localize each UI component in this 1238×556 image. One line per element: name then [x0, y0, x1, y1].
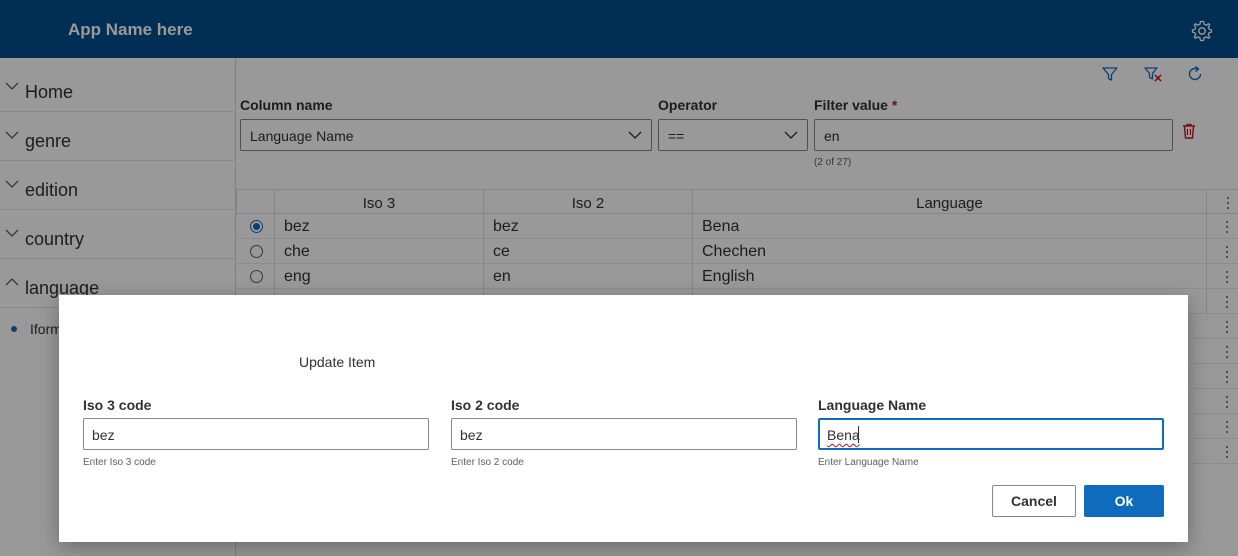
iso2-code-input[interactable]: bez [451, 418, 797, 450]
language-name-label: Language Name [818, 397, 927, 413]
iso3-code-input[interactable]: bez [83, 418, 429, 450]
iso3-code-label: Iso 3 code [83, 397, 152, 413]
iso3-code-hint: Enter Iso 3 code [83, 457, 156, 468]
cancel-button[interactable]: Cancel [992, 485, 1076, 517]
language-name-value: Bena [827, 427, 860, 443]
update-item-dialog: Update Item Iso 3 code bez Enter Iso 3 c… [59, 295, 1188, 542]
text-caret [858, 426, 859, 443]
dialog-title: Update Item [299, 354, 376, 370]
iso2-code-hint: Enter Iso 2 code [451, 457, 524, 468]
ok-button[interactable]: Ok [1084, 485, 1164, 517]
iso2-code-label: Iso 2 code [451, 397, 520, 413]
language-name-input[interactable]: Bena [818, 418, 1164, 450]
iso2-code-value: bez [460, 427, 483, 443]
language-name-hint: Enter Language Name [818, 457, 919, 468]
iso3-code-value: bez [92, 427, 115, 443]
